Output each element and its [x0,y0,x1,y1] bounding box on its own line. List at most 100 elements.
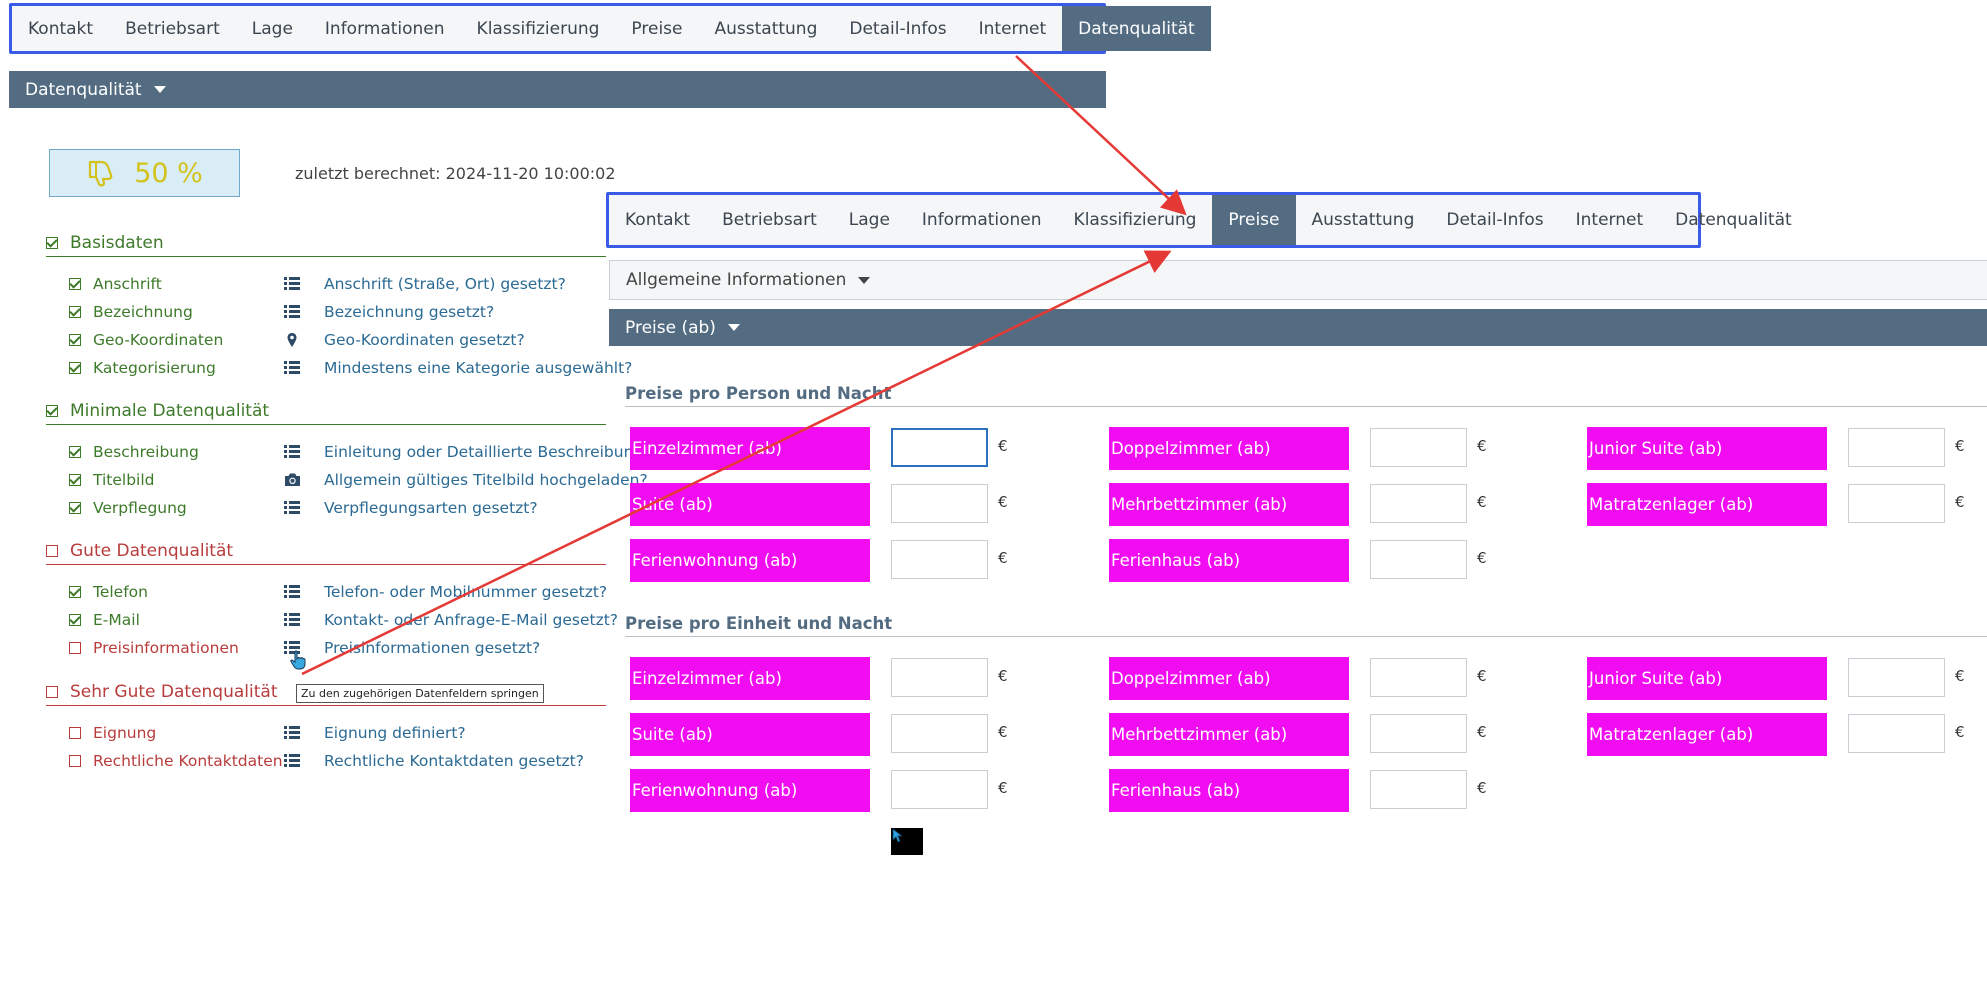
price-input[interactable] [1848,428,1945,467]
list-icon[interactable] [284,304,300,320]
price-input[interactable] [1370,540,1467,579]
price-section-title: Preise pro Person und Nacht [625,384,1987,407]
tab-kontakt[interactable]: Kontakt [12,6,109,51]
map-pin-icon[interactable] [284,332,300,348]
price-field-label: Ferienhaus (ab) [1109,769,1349,812]
checklist-item-link[interactable]: Kontakt- oder Anfrage-E-Mail gesetzt? [324,611,618,629]
price-input[interactable] [1848,658,1945,697]
tab-ausstattung[interactable]: Ausstattung [1296,195,1431,245]
tab-datenqualit-t[interactable]: Datenqualität [1659,195,1808,245]
price-input[interactable] [1370,770,1467,809]
checklist-item-link[interactable]: Telefon- oder Mobilnummer gesetzt? [324,583,607,601]
checklist-item: Anschrift Anschrift (Straße, Ort) gesetzt… [69,272,609,296]
price-field-label: Suite (ab) [630,713,870,756]
tab-klassifizierung[interactable]: Klassifizierung [1058,195,1213,245]
checklist-item-link[interactable]: Rechtliche Kontaktdaten gesetzt? [324,752,584,770]
list-icon[interactable] [284,276,300,292]
quality-score-badge: 50 % [49,149,240,197]
checklist-item-link[interactable]: Geo-Koordinaten gesetzt? [324,331,525,349]
price-input[interactable] [1370,484,1467,523]
price-input[interactable] [891,540,988,579]
currency-symbol: € [998,493,1008,511]
checklist-item: Titelbild Allgemein gültiges Titelbild ho… [69,468,648,492]
list-icon[interactable] [284,612,300,628]
checklist-item: Geo-Koordinaten Geo-Koordinaten gesetzt? [69,328,609,352]
checklist-item-link[interactable]: Bezeichnung gesetzt? [324,303,494,321]
section-title: Datenqualität [25,79,142,100]
section-header-datenqualitaet[interactable]: Datenqualität [9,71,1106,108]
price-input[interactable] [891,428,988,467]
checklist-item-label: Preisinformationen [93,639,239,657]
price-input[interactable] [891,658,988,697]
checklist-item-link[interactable]: Preisinformationen gesetzt? [324,639,540,657]
price-input[interactable] [1848,484,1945,523]
quality-score-value: 50 % [134,157,203,189]
tab-klassifizierung[interactable]: Klassifizierung [461,6,616,51]
section-header-allgemeine-informationen[interactable]: Allgemeine Informationen [609,260,1987,300]
tab-lage[interactable]: Lage [833,195,906,245]
checkbox-empty-icon [69,642,81,654]
group-title: Sehr Gute Datenqualität [70,682,278,702]
price-field-label: Mehrbettzimmer (ab) [1109,483,1349,526]
price-input[interactable] [1370,658,1467,697]
main-tab-bar: Kontakt Betriebsart Lage Informationen Klass… [9,3,1211,54]
checklist-item-link[interactable]: Eignung definiert? [324,724,466,742]
tab-preise[interactable]: Preise [1212,195,1296,245]
price-field-label: Ferienwohnung (ab) [630,539,870,582]
price-field-label: Ferienwohnung (ab) [630,769,870,812]
currency-symbol: € [998,667,1008,685]
checklist-item-link[interactable]: Einleitung oder Detaillierte Beschreibun… [324,443,643,461]
tab-informationen[interactable]: Informationen [906,195,1058,245]
tab-betriebsart[interactable]: Betriebsart [706,195,833,245]
section-header-preise[interactable]: Preise (ab) [609,309,1987,346]
tab-informationen[interactable]: Informationen [309,6,461,51]
checklist-item: Telefon Telefon- oder Mobilnummer gesetzt… [69,580,609,604]
camera-icon[interactable] [284,472,300,488]
currency-symbol: € [1955,437,1965,455]
checklist-item: Preisinformationen Preisinformationen ges… [69,636,609,660]
list-icon[interactable] [284,444,300,460]
list-icon[interactable] [284,500,300,516]
price-field-label: Junior Suite (ab) [1587,657,1827,700]
tab-internet[interactable]: Internet [1560,195,1660,245]
price-field-label: Doppelzimmer (ab) [1109,427,1349,470]
tab-datenqualit-t[interactable]: Datenqualität [1062,6,1211,51]
tab-kontakt[interactable]: Kontakt [609,195,706,245]
group-title: Minimale Datenqualität [70,401,270,421]
price-field-label: Matratzenlager (ab) [1587,713,1827,756]
list-icon[interactable] [284,360,300,376]
checkbox-checked-icon [69,614,81,626]
checklist-item-label: Rechtliche Kontaktdaten [93,752,283,770]
currency-symbol: € [998,779,1008,797]
price-field-label: Einzelzimmer (ab) [630,427,870,470]
tab-internet[interactable]: Internet [963,6,1063,51]
tab-detail-infos[interactable]: Detail-Infos [833,6,962,51]
currency-symbol: € [1477,667,1487,685]
price-input[interactable] [1370,428,1467,467]
checklist-item-link[interactable]: Mindestens eine Kategorie ausgewählt? [324,359,632,377]
tab-detail-infos[interactable]: Detail-Infos [1430,195,1559,245]
tab-ausstattung[interactable]: Ausstattung [699,6,834,51]
checklist-item-label: Beschreibung [93,443,199,461]
currency-symbol: € [998,437,1008,455]
checklist-item-link[interactable]: Allgemein gültiges Titelbild hochgeladen… [324,471,648,489]
arrow-cursor-icon [892,828,904,843]
price-input[interactable] [1848,714,1945,753]
checklist-item-label: Titelbild [93,471,155,489]
checklist-item-link[interactable]: Verpflegungsarten gesetzt? [324,499,538,517]
price-input[interactable] [891,714,988,753]
list-icon[interactable] [284,753,300,769]
price-input[interactable] [1370,714,1467,753]
tab-betriebsart[interactable]: Betriebsart [109,6,236,51]
checkbox-empty-icon [69,727,81,739]
list-icon[interactable] [284,725,300,741]
price-input[interactable] [891,484,988,523]
tab-preise[interactable]: Preise [615,6,698,51]
checklist-item-link[interactable]: Anschrift (Straße, Ort) gesetzt? [324,275,566,293]
list-icon[interactable] [284,584,300,600]
overlay-tab-bar: Kontakt Betriebsart Lage Informationen Klass… [606,192,1792,248]
checklist-item-label: Eignung [93,724,157,742]
tab-lage[interactable]: Lage [236,6,309,51]
group-header: Gute Datenqualität [46,538,606,565]
price-input[interactable] [891,770,988,809]
